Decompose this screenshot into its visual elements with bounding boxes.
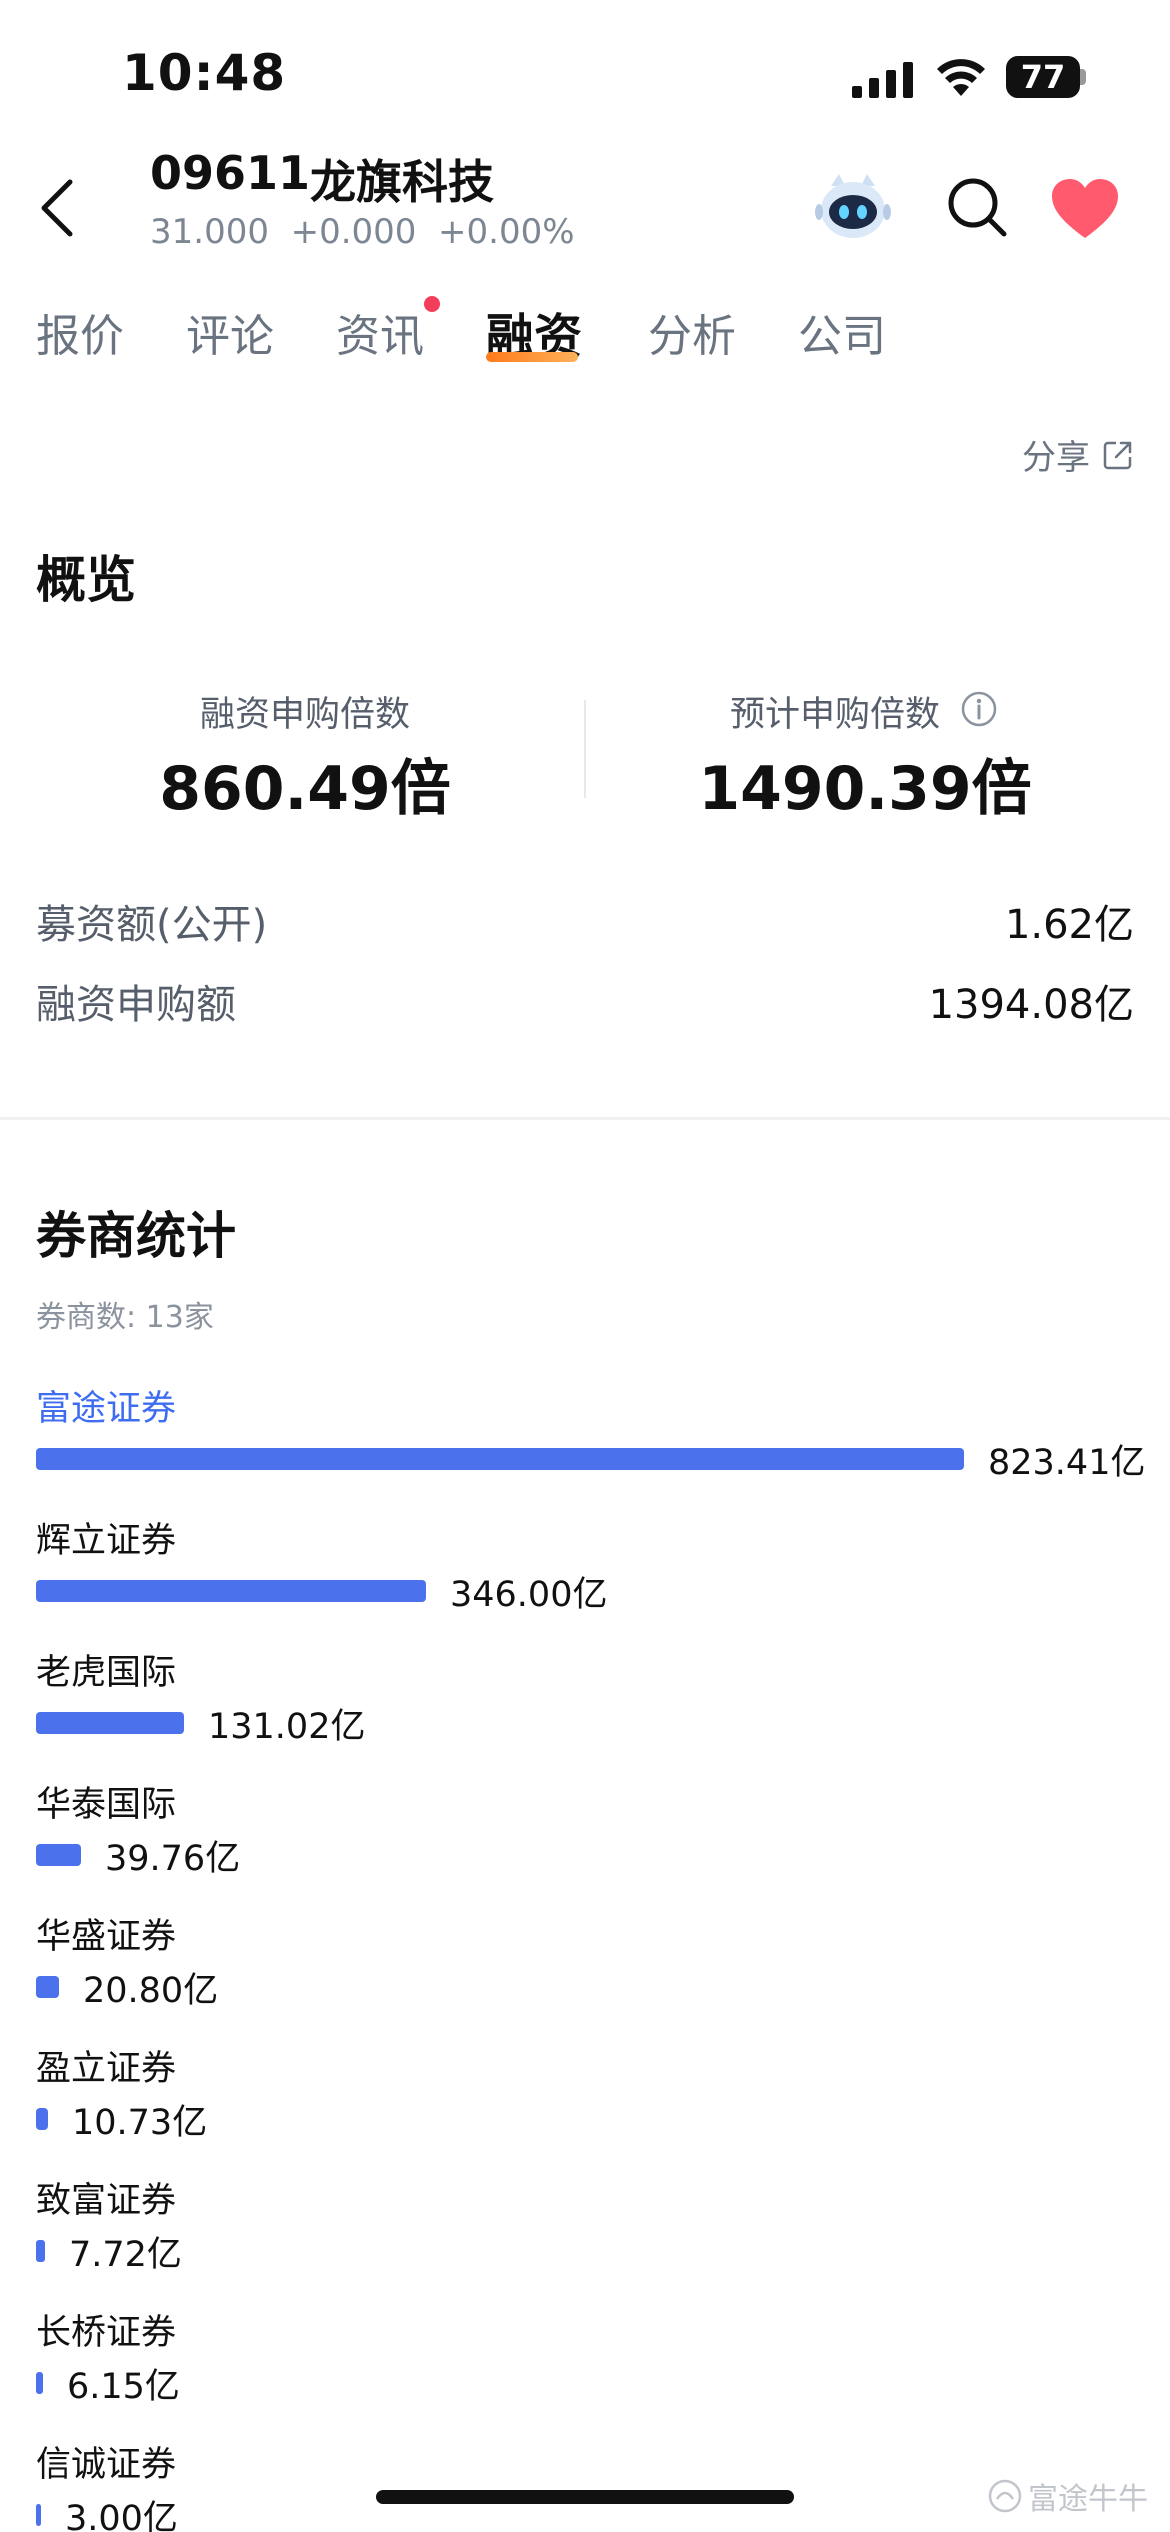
stock-quote: 31.000 +0.000 +0.00% (150, 212, 575, 252)
broker-amount-bar (36, 1976, 59, 1998)
estimated-multiple-label: 预计申购倍数 (729, 695, 940, 735)
broker-count: 券商数: 13家 (36, 1300, 214, 1335)
section-divider (0, 1117, 1170, 1120)
back-button[interactable] (34, 178, 82, 238)
tab-company[interactable]: 公司 (798, 300, 886, 364)
home-indicator[interactable] (376, 2490, 794, 2504)
battery-icon: 77 (1006, 56, 1086, 98)
stock-code: 09611 (150, 146, 311, 200)
broker-amount-bar (36, 1448, 964, 1470)
metric-divider (584, 700, 586, 798)
margin-multiple-value: 860.49倍 (159, 754, 451, 824)
watermark-text: 富途牛牛 (1028, 2482, 1148, 2517)
broker-name: 致富证券 (36, 2181, 177, 2221)
tab-quote[interactable]: 报价 (36, 300, 124, 364)
status-bar: 10:48 77 (0, 0, 1170, 150)
broker-amount-value: 20.80亿 (83, 1971, 219, 2011)
margin-multiple-label: 融资申购倍数 (199, 695, 410, 735)
stock-name: 龙旗科技 (310, 155, 494, 209)
broker-amount-value: 131.02亿 (208, 1707, 366, 1747)
broker-name: 信诚证券 (36, 2445, 177, 2485)
broker-name: 老虎国际 (36, 1653, 177, 1693)
estimated-multiple-value: 1490.39倍 (698, 754, 1032, 824)
tab-bar: 报价 评论 资讯 融资 分析 公司 (0, 296, 1170, 380)
ipo-amount-label: 募资额(公开) (36, 902, 268, 948)
tab-comments[interactable]: 评论 (186, 300, 274, 364)
broker-amount-value: 7.72亿 (69, 2235, 182, 2275)
share-icon (1103, 441, 1132, 469)
broker-name: 长桥证券 (36, 2313, 177, 2353)
battery-level: 77 (1006, 56, 1080, 98)
watermark: 富途牛牛 (988, 2474, 1148, 2518)
broker-amount-bar (36, 2240, 45, 2262)
broker-name: 辉立证券 (36, 1521, 177, 1561)
overview-title: 概览 (36, 551, 136, 609)
robot-assistant-icon[interactable] (815, 170, 891, 242)
broker-amount-bar (36, 2504, 41, 2526)
broker-amount-value: 346.00亿 (450, 1575, 608, 1615)
margin-subscription-value: 1394.08亿 (928, 982, 1134, 1028)
broker-amount-value: 39.76亿 (105, 1839, 241, 1879)
broker-name: 华泰国际 (36, 1785, 177, 1825)
broker-amount-bar (36, 2372, 43, 2394)
broker-name: 华盛证券 (36, 1917, 177, 1957)
broker-amount-value: 10.73亿 (72, 2103, 208, 2143)
broker-amount-bar (36, 1844, 81, 1866)
watermark-logo-icon (988, 2479, 1022, 2513)
broker-amount-value: 6.15亿 (67, 2367, 180, 2407)
active-tab-indicator (486, 352, 578, 362)
broker-amount-bar (36, 1712, 184, 1734)
broker-name: 盈立证券 (36, 2049, 177, 2089)
tab-news[interactable]: 资讯 (336, 300, 424, 364)
share-label: 分享 (1022, 438, 1090, 478)
news-unread-dot (424, 296, 440, 312)
tab-analysis[interactable]: 分析 (648, 300, 736, 364)
broker-stats-title: 券商统计 (36, 1207, 236, 1265)
share-button[interactable]: 分享 (1022, 430, 1134, 479)
wifi-icon (937, 59, 985, 96)
broker-amount-value: 3.00亿 (65, 2499, 178, 2532)
cellular-signal-icon (852, 62, 913, 98)
ipo-amount-value: 1.62亿 (1004, 902, 1134, 948)
broker-amount-bar (36, 1580, 426, 1602)
broker-name: 富途证券 (36, 1389, 177, 1429)
favorite-heart-icon[interactable] (1050, 178, 1120, 240)
info-icon[interactable] (960, 690, 998, 728)
broker-amount-value: 823.41亿 (988, 1443, 1146, 1483)
status-time: 10:48 (122, 44, 287, 102)
broker-amount-bar (36, 2108, 48, 2130)
search-icon[interactable] (946, 176, 1008, 238)
margin-subscription-label: 融资申购额 (36, 982, 236, 1028)
